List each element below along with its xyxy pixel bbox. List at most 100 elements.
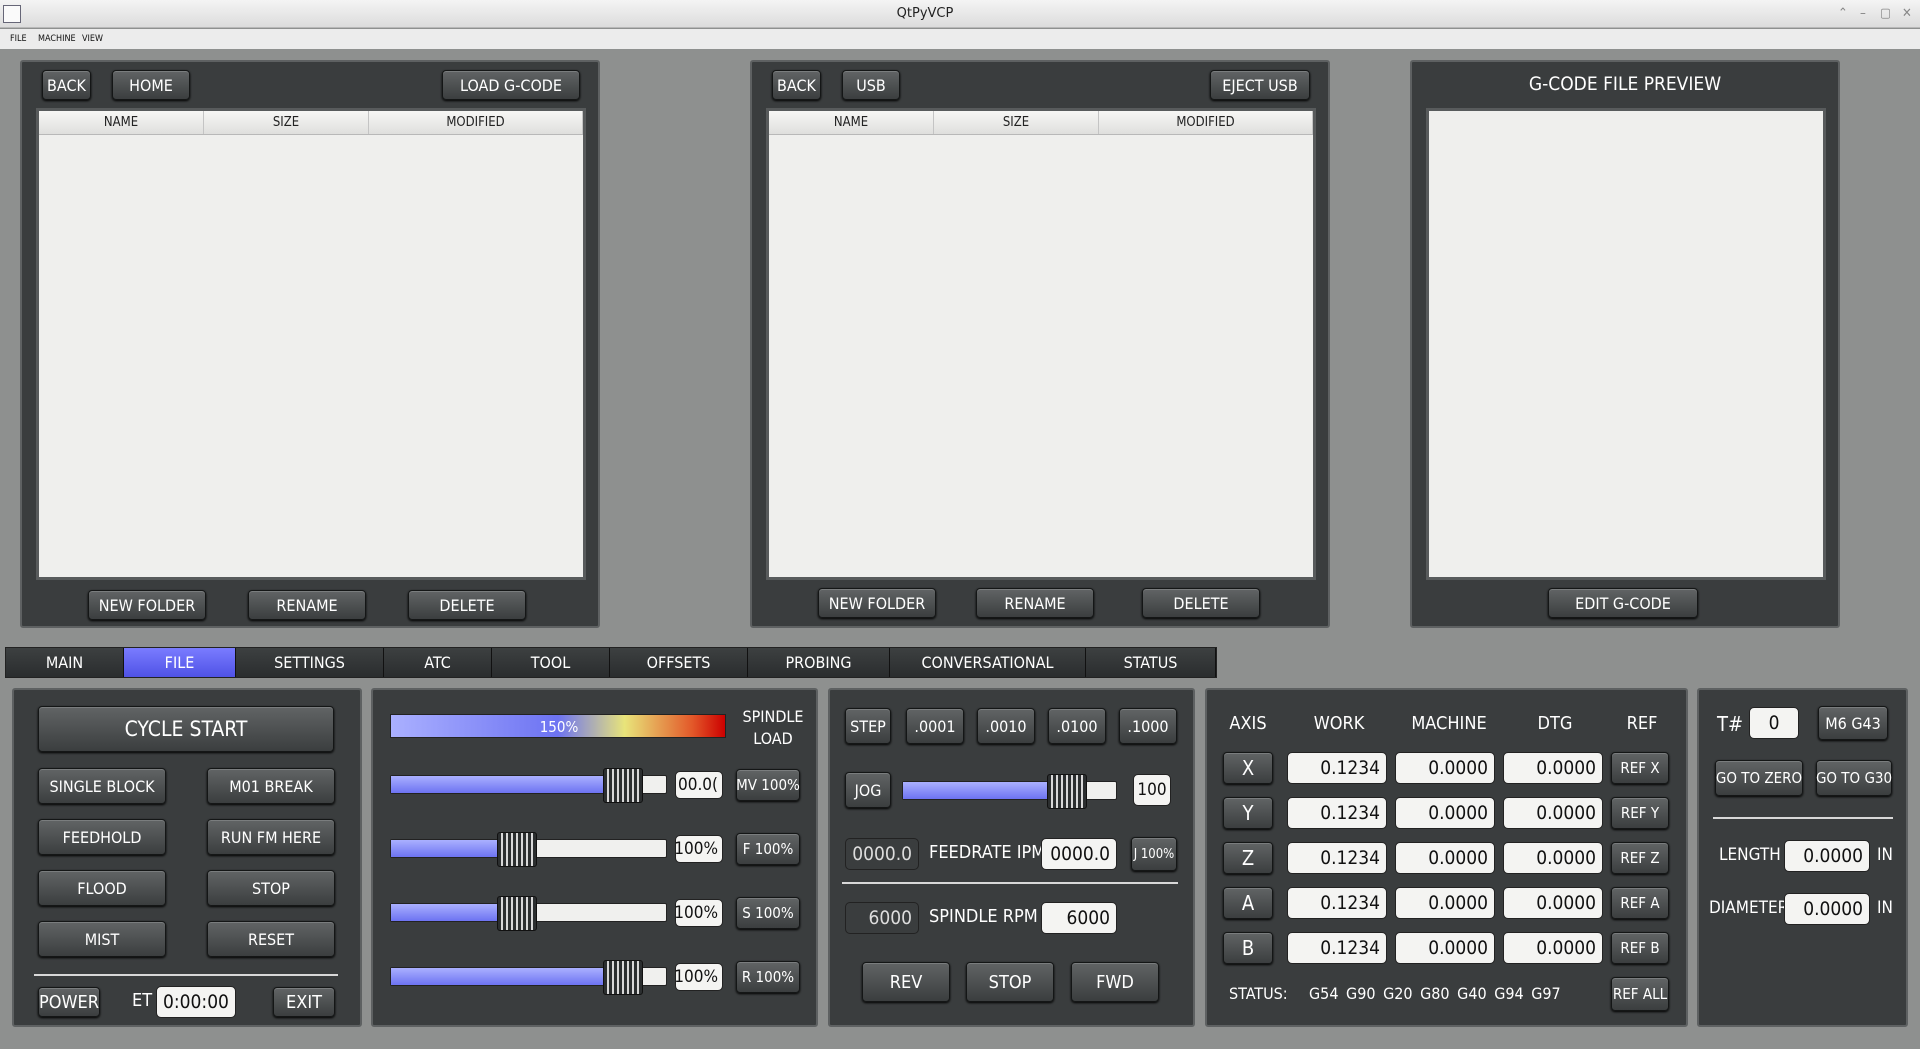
increment-1000-button[interactable]: .1000 bbox=[1119, 708, 1177, 744]
b-dtg-value: 0.0000 bbox=[1503, 932, 1603, 964]
exit-button[interactable]: EXIT bbox=[273, 987, 335, 1017]
go-to-zero-button[interactable]: GO TO ZERO bbox=[1715, 760, 1803, 796]
eject-usb-button[interactable]: EJECT USB bbox=[1210, 70, 1310, 100]
rename-button[interactable]: RENAME bbox=[976, 588, 1094, 618]
column-name[interactable]: NAME bbox=[769, 111, 934, 134]
slider-handle[interactable] bbox=[497, 896, 537, 931]
column-modified[interactable]: MODIFIED bbox=[1099, 111, 1313, 134]
axis-b-button[interactable]: B bbox=[1223, 932, 1273, 964]
length-value[interactable]: 0.0000 bbox=[1784, 840, 1870, 872]
ref-all-button[interactable]: REF ALL bbox=[1611, 977, 1669, 1011]
b-machine-value: 0.0000 bbox=[1395, 932, 1495, 964]
increment-0001-button[interactable]: .0001 bbox=[906, 708, 964, 744]
back-button[interactable]: BACK bbox=[772, 70, 821, 100]
edit-gcode-button[interactable]: EDIT G-CODE bbox=[1548, 588, 1698, 618]
tool-number-value[interactable]: 0 bbox=[1749, 707, 1799, 739]
y-work-value: 0.1234 bbox=[1287, 797, 1387, 829]
file-list[interactable]: NAME SIZE MODIFIED bbox=[36, 108, 586, 580]
spindle-override-reset-button[interactable]: S 100% bbox=[736, 897, 800, 929]
jog-mode-button[interactable]: JOG bbox=[845, 772, 891, 808]
cycle-start-button[interactable]: CYCLE START bbox=[38, 706, 334, 752]
jog-speed-slider[interactable] bbox=[902, 774, 1117, 809]
reset-button[interactable]: RESET bbox=[207, 921, 335, 957]
axis-a-button[interactable]: A bbox=[1223, 887, 1273, 919]
tab-file[interactable]: FILE bbox=[124, 648, 236, 677]
feedhold-button[interactable]: FEEDHOLD bbox=[38, 819, 166, 855]
maximize-icon[interactable]: ▢ bbox=[1880, 6, 1891, 21]
go-to-g30-button[interactable]: GO TO G30 bbox=[1816, 760, 1892, 796]
run-from-here-button[interactable]: RUN FM HERE bbox=[207, 819, 335, 855]
tab-main[interactable]: MAIN bbox=[6, 648, 124, 677]
step-button[interactable]: STEP bbox=[845, 708, 891, 744]
tab-offsets[interactable]: OFFSETS bbox=[610, 648, 748, 677]
feed-override-reset-button[interactable]: F 100% bbox=[736, 833, 800, 865]
single-block-button[interactable]: SINGLE BLOCK bbox=[38, 768, 166, 804]
ref-b-button[interactable]: REF B bbox=[1611, 932, 1669, 964]
menu-view[interactable]: VIEW bbox=[82, 34, 103, 44]
shade-icon[interactable]: ⌃ bbox=[1838, 6, 1848, 21]
spindle-stop-button[interactable]: STOP bbox=[966, 962, 1054, 1002]
ref-a-button[interactable]: REF A bbox=[1611, 887, 1669, 919]
mist-button[interactable]: MIST bbox=[38, 921, 166, 957]
home-button[interactable]: HOME bbox=[112, 70, 190, 100]
ref-z-button[interactable]: REF Z bbox=[1611, 842, 1669, 874]
tab-tool[interactable]: TOOL bbox=[492, 648, 610, 677]
ref-x-button[interactable]: REF X bbox=[1611, 752, 1669, 784]
flood-button[interactable]: FLOOD bbox=[38, 870, 166, 906]
column-size[interactable]: SIZE bbox=[934, 111, 1099, 134]
rapid-override-slider[interactable] bbox=[390, 960, 667, 995]
tab-probing[interactable]: PROBING bbox=[748, 648, 890, 677]
tab-atc[interactable]: ATC bbox=[384, 648, 492, 677]
file-list-header: NAME SIZE MODIFIED bbox=[39, 111, 583, 135]
diameter-value[interactable]: 0.0000 bbox=[1784, 893, 1870, 925]
usb-button[interactable]: USB bbox=[842, 70, 900, 100]
max-velocity-slider[interactable] bbox=[390, 768, 667, 803]
close-icon[interactable]: ✕ bbox=[1902, 6, 1912, 21]
spindle-load-label: SPINDLE LOAD bbox=[742, 707, 804, 748]
slider-handle[interactable] bbox=[603, 768, 643, 803]
gcode-preview[interactable] bbox=[1426, 108, 1826, 580]
feed-override-slider[interactable] bbox=[390, 832, 667, 867]
power-button[interactable]: POWER bbox=[38, 987, 100, 1017]
new-folder-button[interactable]: NEW FOLDER bbox=[818, 588, 936, 618]
slider-handle[interactable] bbox=[1047, 774, 1087, 809]
stop-button[interactable]: STOP bbox=[207, 870, 335, 906]
column-size[interactable]: SIZE bbox=[204, 111, 369, 134]
minimize-icon[interactable]: – bbox=[1860, 6, 1866, 21]
z-machine-value: 0.0000 bbox=[1395, 842, 1495, 874]
max-velocity-value: 00.0( bbox=[675, 771, 723, 799]
slider-handle[interactable] bbox=[497, 832, 537, 867]
load-gcode-button[interactable]: LOAD G-CODE bbox=[442, 70, 580, 100]
back-button[interactable]: BACK bbox=[42, 70, 91, 100]
spindle-reverse-button[interactable]: REV bbox=[862, 962, 950, 1002]
column-name[interactable]: NAME bbox=[39, 111, 204, 134]
column-modified[interactable]: MODIFIED bbox=[369, 111, 583, 134]
spindle-forward-button[interactable]: FWD bbox=[1071, 962, 1159, 1002]
rapid-override-reset-button[interactable]: R 100% bbox=[736, 961, 800, 993]
delete-button[interactable]: DELETE bbox=[1142, 588, 1260, 618]
usb-file-list[interactable]: NAME SIZE MODIFIED bbox=[766, 108, 1316, 580]
y-machine-value: 0.0000 bbox=[1395, 797, 1495, 829]
rename-button[interactable]: RENAME bbox=[248, 590, 366, 620]
jog-override-reset-button[interactable]: J 100% bbox=[1131, 837, 1177, 871]
menu-machine[interactable]: MACHINE bbox=[38, 34, 76, 44]
slider-handle[interactable] bbox=[603, 960, 643, 995]
delete-button[interactable]: DELETE bbox=[408, 590, 526, 620]
m6-g43-button[interactable]: M6 G43 bbox=[1818, 706, 1888, 740]
new-folder-button[interactable]: NEW FOLDER bbox=[88, 590, 206, 620]
increment-0100-button[interactable]: .0100 bbox=[1048, 708, 1106, 744]
axis-x-button[interactable]: X bbox=[1223, 752, 1273, 784]
tab-conversational[interactable]: CONVERSATIONAL bbox=[890, 648, 1086, 677]
m01-break-button[interactable]: M01 BREAK bbox=[207, 768, 335, 804]
menu-file[interactable]: FILE bbox=[10, 34, 27, 44]
axis-z-button[interactable]: Z bbox=[1223, 842, 1273, 874]
ref-y-button[interactable]: REF Y bbox=[1611, 797, 1669, 829]
a-dtg-value: 0.0000 bbox=[1503, 887, 1603, 919]
spindle-override-value: 100% bbox=[674, 899, 723, 927]
tab-status[interactable]: STATUS bbox=[1086, 648, 1216, 677]
increment-0010-button[interactable]: .0010 bbox=[977, 708, 1035, 744]
spindle-override-slider[interactable] bbox=[390, 896, 667, 931]
max-velocity-reset-button[interactable]: MV 100% bbox=[736, 769, 800, 801]
axis-y-button[interactable]: Y bbox=[1223, 797, 1273, 829]
tab-settings[interactable]: SETTINGS bbox=[236, 648, 384, 677]
